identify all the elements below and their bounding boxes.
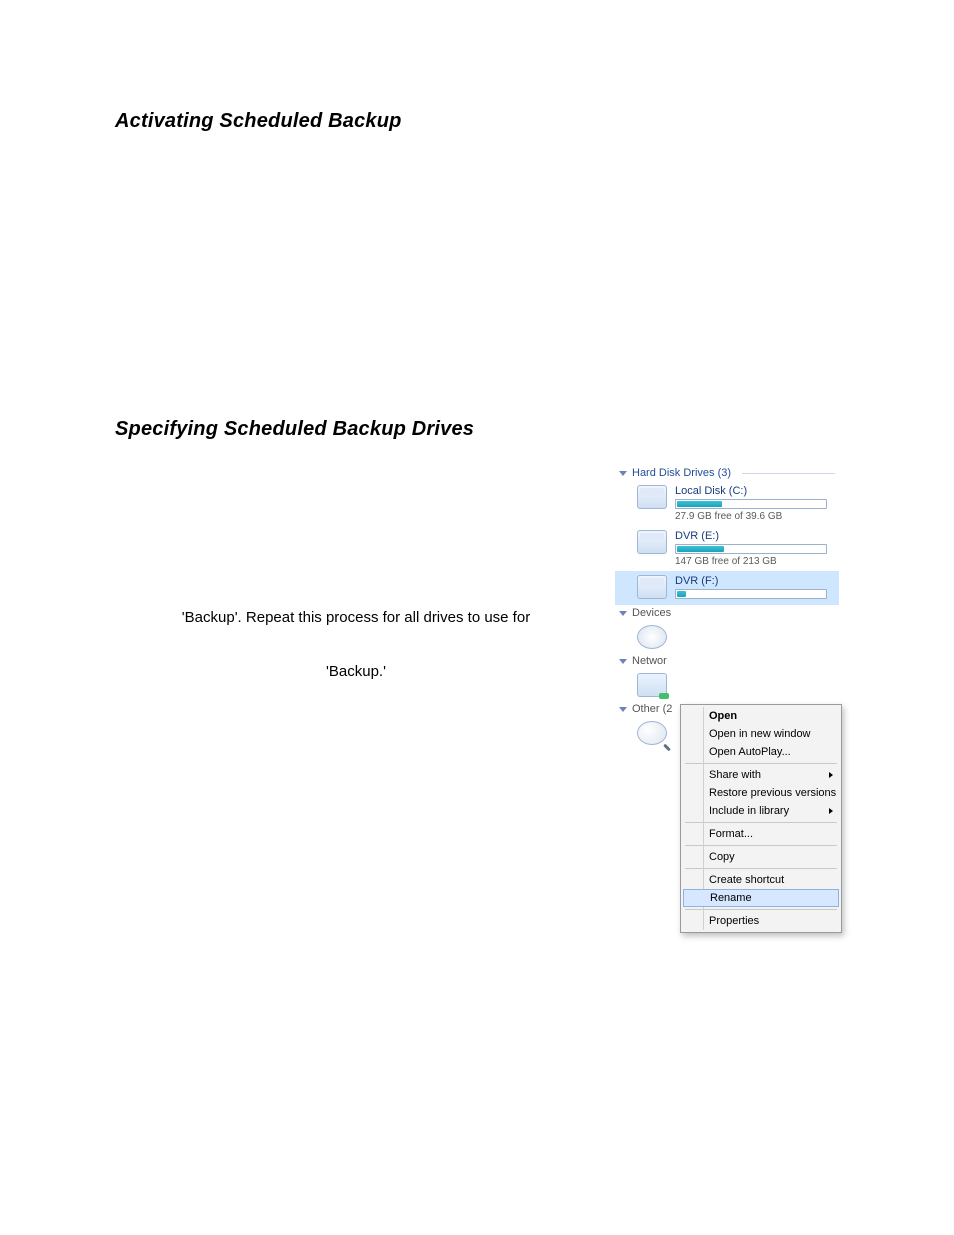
menu-separator [685, 763, 837, 764]
expand-icon [619, 611, 627, 616]
hard-drive-icon [637, 530, 667, 554]
drive-dvr-f[interactable]: DVR (F:) [615, 571, 839, 605]
group-network[interactable]: Networ [615, 653, 839, 669]
menu-item-open[interactable]: Open [681, 707, 841, 725]
menu-separator [685, 822, 837, 823]
group-label: Hard Disk Drives (3) [632, 467, 731, 479]
device-item-optical[interactable] [615, 621, 839, 653]
heading-specifying: Specifying Scheduled Backup Drives [115, 418, 839, 441]
capacity-bar [675, 544, 827, 554]
group-hard-disk-drives[interactable]: Hard Disk Drives (3) [615, 465, 839, 481]
drive-dvr-e[interactable]: DVR (E:) 147 GB free of 213 GB [615, 526, 839, 571]
context-menu: Open Open in new window Open AutoPlay...… [680, 704, 842, 933]
network-drive-icon [637, 673, 667, 697]
body-line-1: 'Backup'. Repeat this process for all dr… [115, 605, 597, 631]
drive-free-text: 147 GB free of 213 GB [675, 556, 833, 567]
capacity-fill [677, 501, 722, 507]
menu-separator [685, 845, 837, 846]
menu-item-rename[interactable]: Rename [683, 889, 839, 907]
group-label: Other (2 [632, 703, 672, 715]
body-text: 'Backup'. Repeat this process for all dr… [115, 465, 597, 749]
expand-icon [619, 707, 627, 712]
drive-name: Local Disk (C:) [675, 485, 833, 497]
capacity-fill [677, 546, 724, 552]
optical-drive-icon [637, 625, 667, 649]
drive-local-disk-c[interactable]: Local Disk (C:) 27.9 GB free of 39.6 GB [615, 481, 839, 526]
drive-info: Local Disk (C:) 27.9 GB free of 39.6 GB [675, 485, 833, 522]
drive-name: DVR (E:) [675, 530, 833, 542]
group-devices[interactable]: Devices [615, 605, 839, 621]
menu-item-properties[interactable]: Properties [681, 912, 841, 930]
drive-free-text: 27.9 GB free of 39.6 GB [675, 511, 833, 522]
drive-info: DVR (F:) [675, 575, 833, 601]
capacity-fill [677, 591, 686, 597]
menu-separator [685, 868, 837, 869]
expand-icon [619, 659, 627, 664]
group-label: Devices [632, 607, 671, 619]
capacity-bar [675, 499, 827, 509]
menu-item-include-library[interactable]: Include in library [681, 802, 841, 820]
document-page: Activating Scheduled Backup Specifying S… [0, 0, 954, 1235]
drive-name: DVR (F:) [675, 575, 833, 587]
menu-item-open-new-window[interactable]: Open in new window [681, 725, 841, 743]
group-label: Networ [632, 655, 667, 667]
divider [742, 473, 835, 474]
network-drive-item[interactable] [615, 669, 839, 701]
search-icon [637, 721, 667, 745]
hard-drive-icon [637, 575, 667, 599]
menu-item-restore-previous[interactable]: Restore previous versions [681, 784, 841, 802]
heading-activating: Activating Scheduled Backup [115, 110, 839, 133]
expand-icon [619, 471, 627, 476]
menu-item-open-autoplay[interactable]: Open AutoPlay... [681, 743, 841, 761]
body-line-2: 'Backup.' [115, 659, 597, 685]
menu-item-create-shortcut[interactable]: Create shortcut [681, 871, 841, 889]
drive-info: DVR (E:) 147 GB free of 213 GB [675, 530, 833, 567]
capacity-bar [675, 589, 827, 599]
menu-item-format[interactable]: Format... [681, 825, 841, 843]
menu-item-copy[interactable]: Copy [681, 848, 841, 866]
menu-item-share-with[interactable]: Share with [681, 766, 841, 784]
menu-separator [685, 909, 837, 910]
hard-drive-icon [637, 485, 667, 509]
